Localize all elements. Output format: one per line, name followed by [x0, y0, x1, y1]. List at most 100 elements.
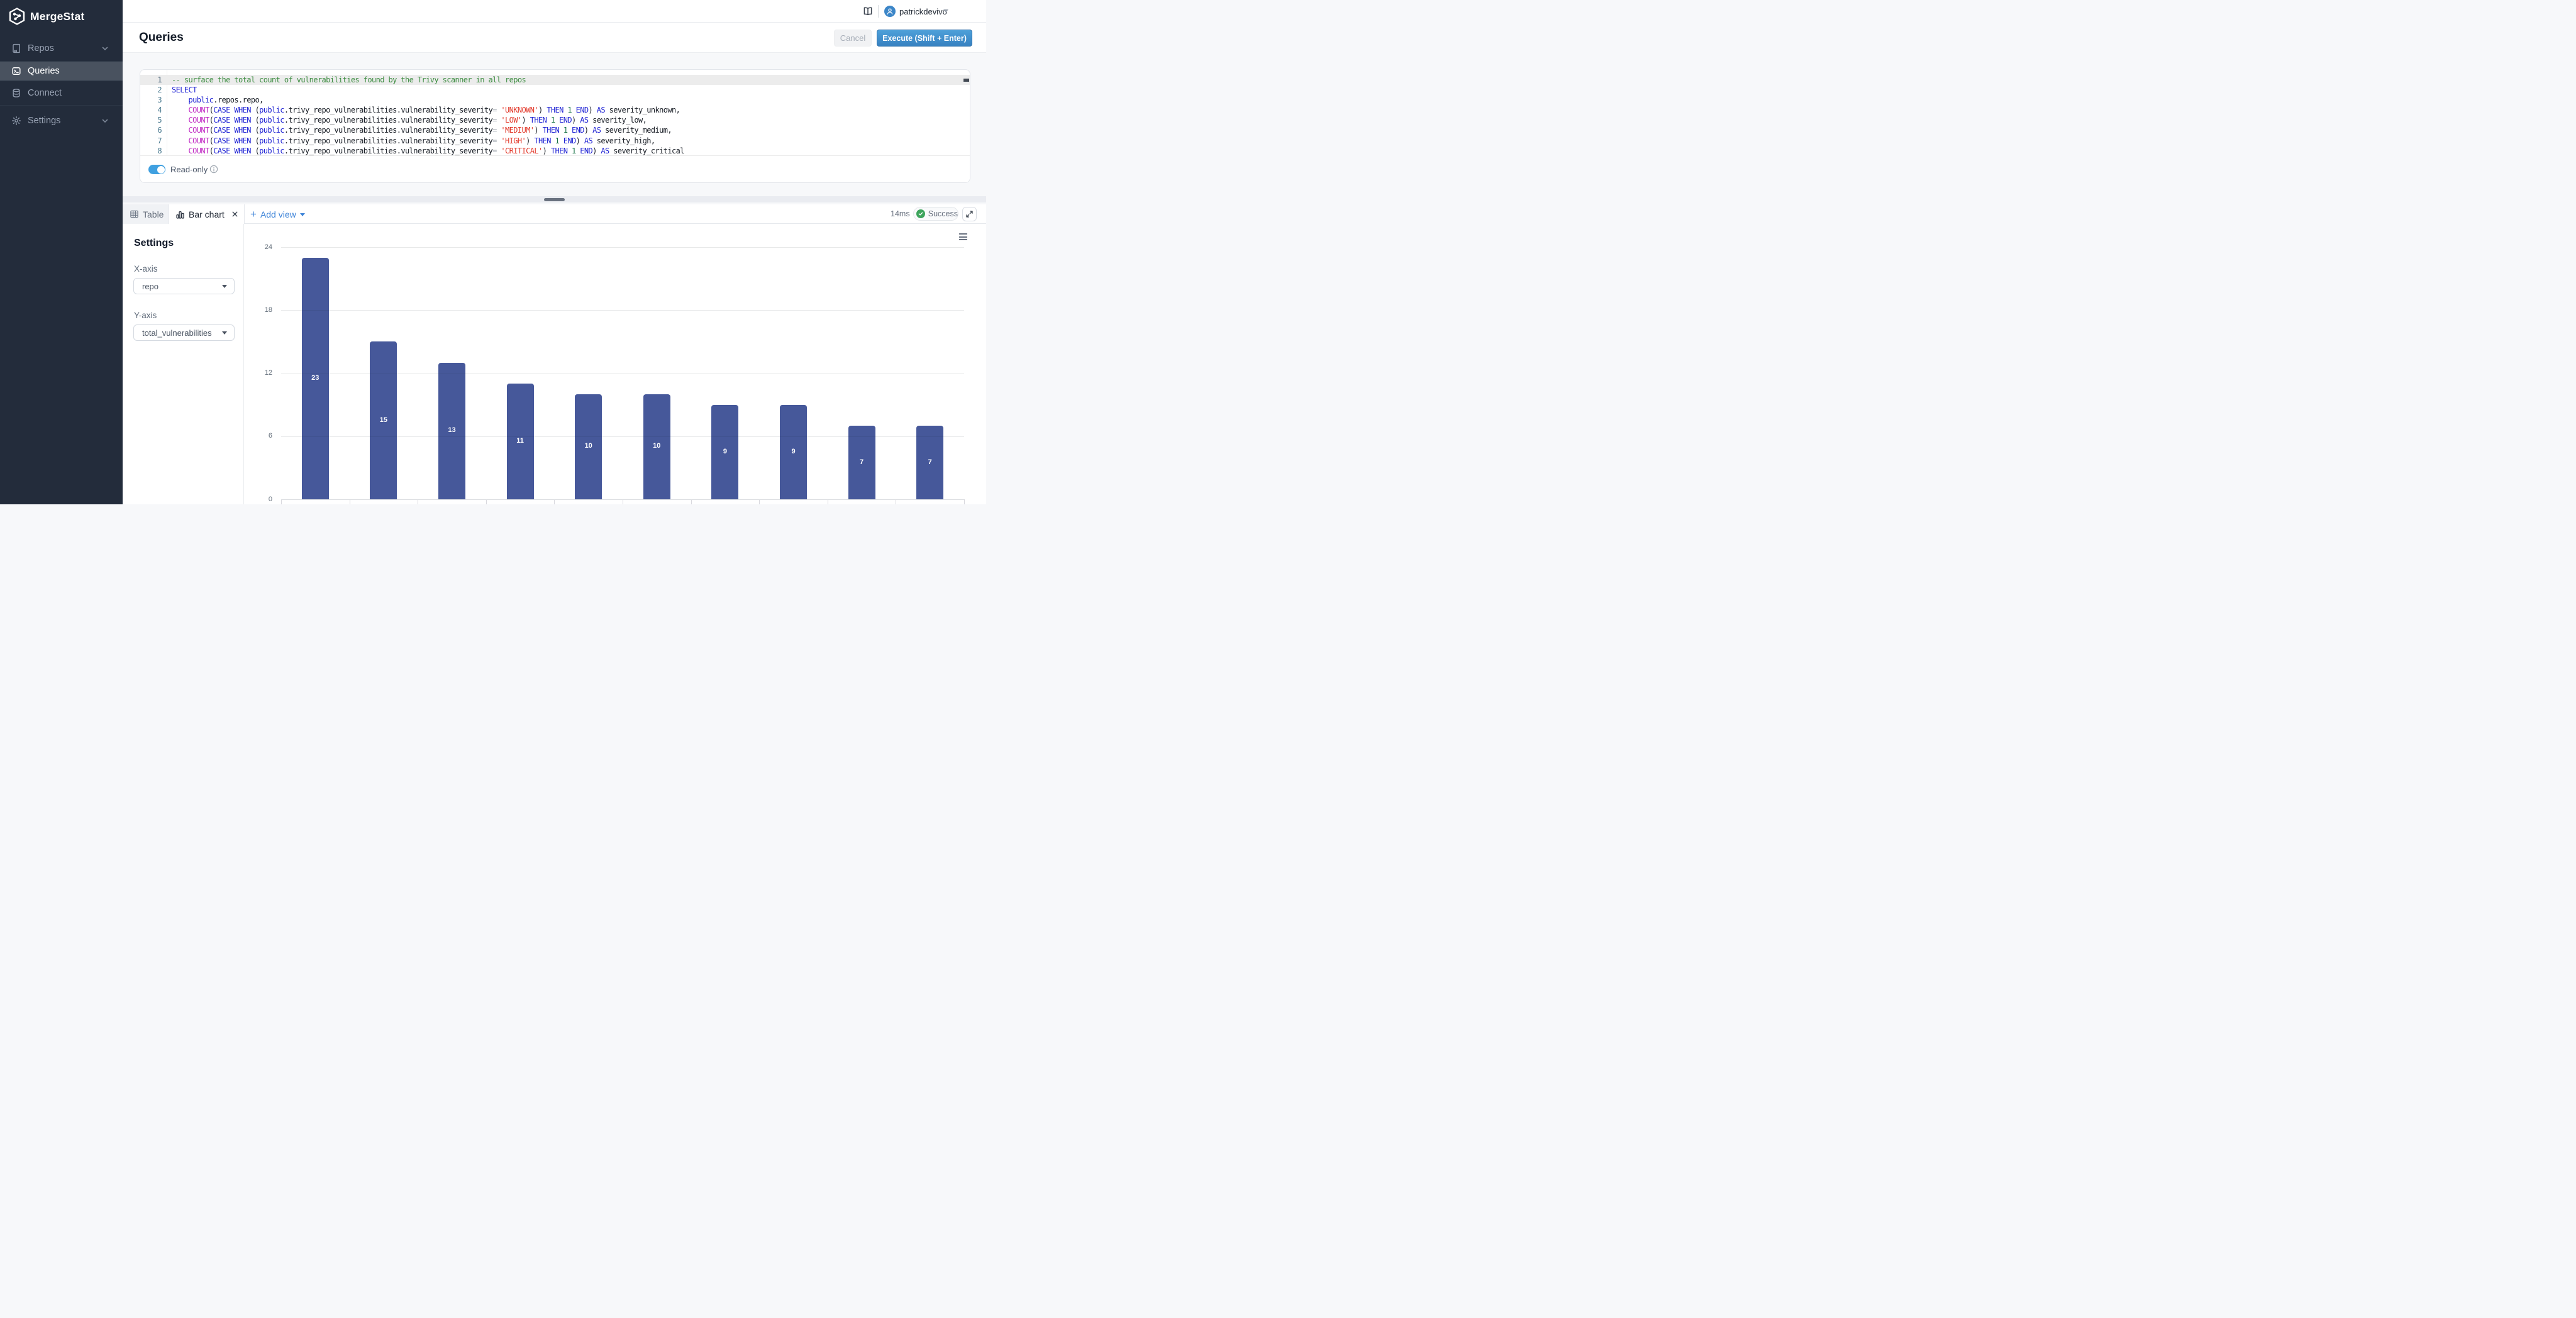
token-kw: THEN	[551, 147, 568, 155]
y-axis-tick-label: 18	[253, 306, 272, 314]
resizer-handle[interactable]	[544, 198, 565, 201]
toggle-knob	[157, 166, 165, 174]
expand-button[interactable]	[962, 207, 977, 221]
avatar[interactable]	[884, 6, 896, 17]
readonly-toggle[interactable]	[148, 165, 165, 174]
token-pl: )	[584, 126, 592, 135]
token-op: =	[492, 106, 497, 114]
bar-chart: 061218242315131110109977	[244, 224, 986, 504]
y-axis-select[interactable]: total_vulnerabilities	[133, 324, 235, 341]
token-kw: END	[576, 106, 589, 114]
info-icon[interactable]	[209, 165, 218, 174]
page-header: Queries Cancel Execute (Shift + Enter)	[123, 23, 986, 53]
code-line[interactable]: 1 -- surface the total count of vulnerabi…	[140, 75, 970, 85]
token-str: 'LOW'	[501, 116, 521, 125]
user-menu-caret-icon[interactable]	[943, 9, 948, 13]
token-op: =	[492, 136, 497, 145]
token-pl: (	[251, 126, 259, 135]
editor-scrollbar-thumb[interactable]	[963, 79, 969, 82]
token-pl: )	[572, 116, 580, 125]
code-text: COUNT(CASE WHEN (public.trivy_repo_vulne…	[172, 136, 655, 146]
bar-value-label: 11	[507, 437, 534, 445]
username[interactable]: patrickdevivo	[899, 7, 947, 16]
status-badge: Success	[913, 207, 958, 221]
sidebar-item-label: Repos	[28, 43, 54, 53]
token-pl	[172, 126, 189, 135]
sidebar-item-connect[interactable]: Connect	[0, 84, 123, 102]
sql-editor[interactable]: 1 -- surface the total count of vulnerabi…	[140, 70, 970, 155]
x-axis-tick-mark	[964, 499, 965, 504]
line-number: 6	[140, 125, 162, 135]
token-pl: (	[251, 106, 259, 114]
sidebar-item-settings[interactable]: Settings	[0, 111, 123, 130]
token-kw: END	[572, 126, 584, 135]
close-icon[interactable]	[231, 210, 240, 219]
execute-button[interactable]: Execute (Shift + Enter)	[877, 30, 972, 47]
x-axis-tick-mark	[554, 499, 555, 504]
token-pl	[172, 147, 189, 155]
code-line[interactable]: 3 public.repos.repo,	[140, 95, 970, 105]
bar-value-label: 7	[916, 458, 943, 466]
token-kw: END	[559, 116, 572, 125]
token-kw: THEN	[534, 136, 551, 145]
success-check-icon	[916, 209, 925, 218]
chart-context-menu-button[interactable]	[959, 233, 967, 241]
mergestat-logo[interactable]: MergeStat	[9, 7, 84, 26]
token-pl: severity_critical	[609, 147, 684, 155]
code-line[interactable]: 7 COUNT(CASE WHEN (public.trivy_repo_vul…	[140, 136, 970, 146]
code-text: COUNT(CASE WHEN (public.trivy_repo_vulne…	[172, 105, 680, 115]
bar-value-label: 13	[438, 426, 465, 434]
x-axis-select[interactable]: repo	[133, 278, 235, 294]
code-line[interactable]: 4 COUNT(CASE WHEN (public.trivy_repo_vul…	[140, 105, 970, 115]
add-view-button[interactable]: + Add view	[250, 204, 305, 224]
token-str: 'CRITICAL'	[501, 147, 542, 155]
code-text: SELECT	[172, 85, 197, 95]
results-tabbar: Table Bar chart + Add view	[123, 204, 986, 224]
bar-value-label: 10	[575, 442, 602, 450]
logo-text: MergeStat	[30, 10, 84, 23]
bar-value-label: 23	[302, 374, 329, 382]
line-number: 4	[140, 105, 162, 115]
code-line[interactable]: 8 COUNT(CASE WHEN (public.trivy_repo_vul…	[140, 146, 970, 155]
token-kw: AS	[580, 116, 588, 125]
line-number: 1	[140, 75, 162, 85]
token-op: =	[492, 147, 497, 155]
token-bi: COUNT	[189, 116, 209, 125]
code-line[interactable]: 2SELECT	[140, 85, 970, 95]
tab-bar-chart[interactable]: Bar chart	[169, 204, 245, 224]
page-title: Queries	[139, 31, 184, 45]
tab-table[interactable]: Table	[123, 204, 169, 224]
chevron-down-icon	[101, 44, 109, 53]
bar-chart-icon	[175, 210, 185, 219]
docs-book-icon[interactable]	[863, 6, 873, 16]
sidebar-item-queries[interactable]: Queries	[0, 62, 123, 80]
token-bi: COUNT	[189, 147, 209, 155]
token-str: 'MEDIUM'	[501, 126, 534, 135]
code-text: -- surface the total count of vulnerabil…	[172, 75, 526, 85]
sidebar-divider	[0, 105, 123, 106]
code-line[interactable]: 5 COUNT(CASE WHEN (public.trivy_repo_vul…	[140, 115, 970, 125]
query-duration: 14ms	[891, 209, 910, 218]
token-kw: CASE WHEN	[213, 106, 251, 114]
token-pl	[559, 126, 564, 135]
tab-label: Table	[143, 209, 164, 219]
x-axis-tick-mark	[691, 499, 692, 504]
panel-resizer[interactable]	[123, 196, 986, 202]
code-text: public.repos.repo,	[172, 95, 264, 105]
line-number: 3	[140, 95, 162, 105]
sidebar-item-repos[interactable]: Repos	[0, 39, 123, 58]
gridline	[281, 310, 964, 311]
token-pl: severity_medium,	[601, 126, 672, 135]
token-pl	[547, 116, 551, 125]
token-kw: THEN	[547, 106, 564, 114]
code-line[interactable]: 6 COUNT(CASE WHEN (public.trivy_repo_vul…	[140, 125, 970, 135]
token-kw: THEN	[543, 126, 560, 135]
token-kw: public	[259, 126, 284, 135]
token-kw: END	[580, 147, 592, 155]
token-kw: AS	[592, 126, 601, 135]
sidebar: MergeStat Repos Qu	[0, 0, 123, 504]
token-pl	[559, 136, 564, 145]
token-pl: )	[521, 116, 530, 125]
mergestat-app: MergeStat Repos Qu	[0, 0, 986, 504]
cancel-button[interactable]: Cancel	[834, 30, 872, 47]
